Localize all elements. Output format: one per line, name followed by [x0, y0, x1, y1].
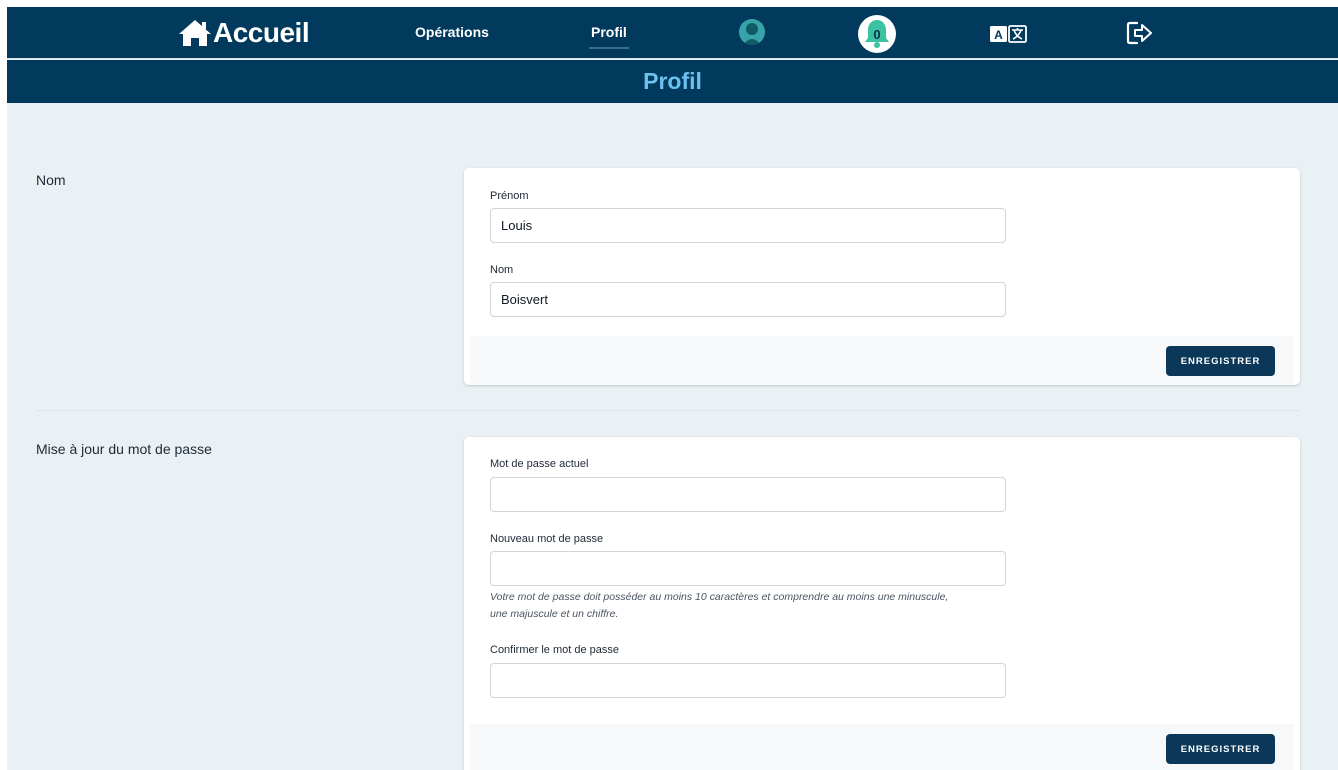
logout-icon [1126, 21, 1152, 45]
page-title: Profil [643, 68, 702, 94]
save-name-button[interactable]: ENREGISTRER [1166, 346, 1275, 376]
nav-operations[interactable]: Opérations [415, 24, 489, 40]
logout-button[interactable] [1126, 21, 1153, 45]
home-link[interactable]: Accueil [178, 17, 310, 49]
page-header: Profil [7, 60, 1338, 103]
password-hint-line-1: Votre mot de passe doit posséder au moin… [490, 591, 949, 603]
top-navigation: Accueil Opérations Profil 0 A [7, 7, 1338, 59]
confirm-password-label: Confirmer le mot de passe [490, 644, 619, 656]
last-name-label: Nom [490, 264, 514, 276]
confirm-password-input[interactable] [490, 663, 1006, 698]
last-name-input[interactable] [490, 282, 1006, 317]
section-divider [36, 410, 1300, 411]
nav-profil[interactable]: Profil [589, 24, 629, 49]
user-avatar[interactable] [739, 19, 765, 45]
current-password-input[interactable] [490, 477, 1006, 512]
brand-label: Accueil [213, 17, 310, 48]
password-card: Mot de passe actuel Nouveau mot de passe… [464, 437, 1300, 770]
save-password-button[interactable]: ENREGISTRER [1166, 734, 1275, 764]
password-hint-line-2: une majuscule et un chiffre. [490, 608, 619, 620]
name-card-footer: ENREGISTRER [470, 336, 1294, 385]
new-password-input[interactable] [490, 551, 1006, 586]
translate-icon: A [990, 25, 1027, 43]
password-hint: Votre mot de passe doit posséder au moin… [490, 589, 1010, 623]
user-icon [743, 23, 761, 45]
current-password-label: Mot de passe actuel [490, 458, 589, 470]
translate-button[interactable]: A [989, 24, 1028, 44]
notifications-button[interactable]: 0 [858, 15, 896, 53]
home-icon [179, 20, 211, 46]
password-card-footer: ENREGISTRER [470, 724, 1294, 770]
password-section-label: Mise à jour du mot de passe [36, 441, 212, 457]
new-password-label: Nouveau mot de passe [490, 533, 604, 545]
svg-text:A: A [994, 28, 1003, 42]
first-name-input[interactable] [490, 208, 1006, 243]
notification-count: 0 [873, 27, 881, 42]
name-section-label: Nom [36, 172, 66, 188]
app-frame: Accueil Opérations Profil 0 A Profil Nom… [7, 7, 1338, 770]
first-name-label: Prénom [490, 190, 529, 202]
name-card: Prénom Nom ENREGISTRER [464, 168, 1300, 385]
